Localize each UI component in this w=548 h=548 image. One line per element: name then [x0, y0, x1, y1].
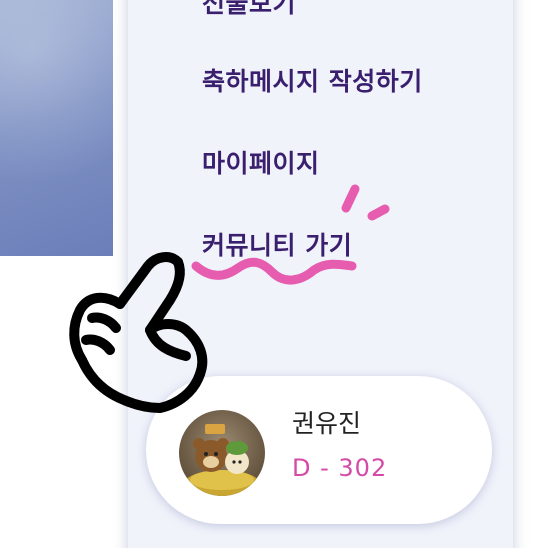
menu-item-gifts[interactable]: 선물보기: [202, 0, 296, 20]
screen: 선물보기 축하메시지 작성하기 마이페이지 커뮤니티 가기 권유진 D - 30…: [0, 0, 548, 548]
avatar: [179, 410, 265, 496]
menu-item-write-message[interactable]: 축하메시지 작성하기: [202, 62, 423, 98]
user-name: 권유진: [292, 409, 362, 438]
dday-counter: D - 302: [292, 454, 388, 482]
avatar-figurine-image: [184, 424, 260, 496]
menu-item-community[interactable]: 커뮤니티 가기: [202, 226, 352, 262]
profile-card[interactable]: 권유진 D - 302: [146, 376, 492, 524]
menu-item-mypage[interactable]: 마이페이지: [202, 144, 320, 180]
background-image: [0, 0, 113, 256]
